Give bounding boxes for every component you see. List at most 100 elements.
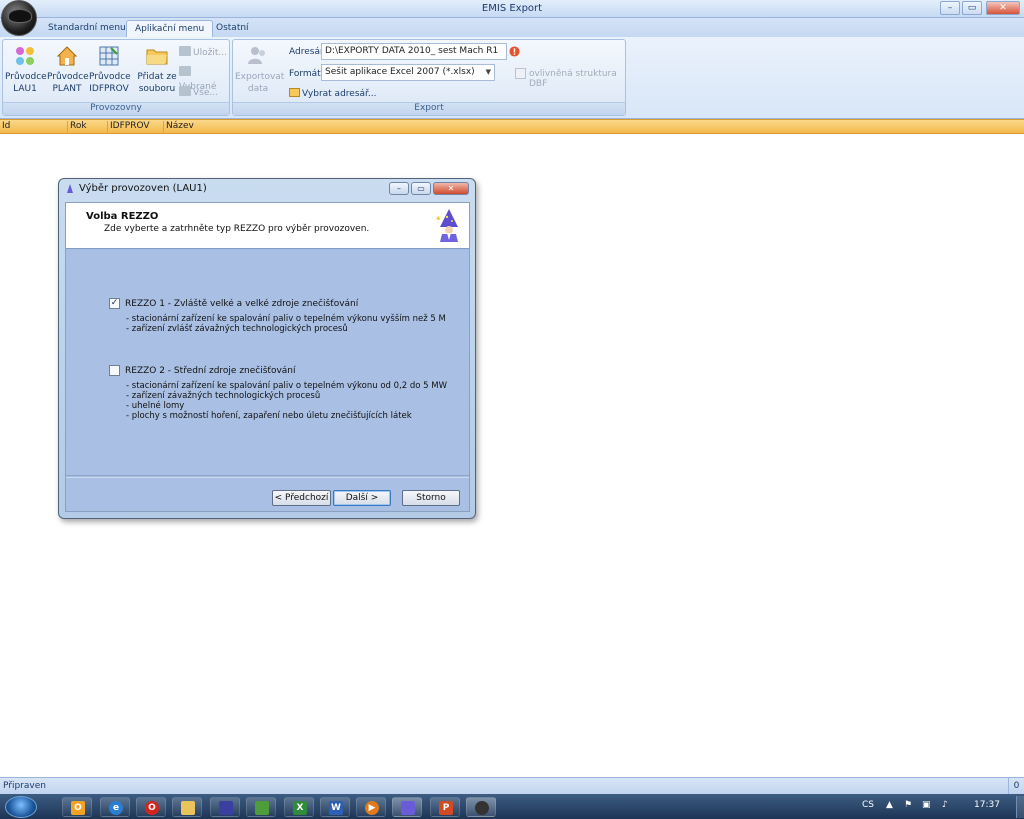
app-menu-orb[interactable]: [1, 0, 37, 36]
rezzo2-detail: - stacionární zařízení ke spalování pali…: [126, 381, 447, 391]
rezzo2-label[interactable]: REZZO 2 - Střední zdroje znečišťování: [125, 366, 296, 376]
book-icon: [255, 801, 269, 815]
dbf-checkbox[interactable]: [515, 68, 526, 79]
chevron-up-icon[interactable]: ▲: [886, 800, 893, 810]
status-bar: Připraven 0: [0, 777, 1024, 794]
pruvodce-plant-button[interactable]: Průvodce PLANT: [47, 44, 89, 100]
dialog-content: Volba REZZO Zde vyberte a zatrhněte typ …: [65, 202, 470, 512]
wizard-small-icon: [67, 184, 73, 193]
cancel-button[interactable]: Storno: [402, 490, 460, 506]
flag-icon[interactable]: ⚑: [904, 800, 912, 810]
dialog-body: ✓ REZZO 1 - Zvláště velké a velké zdroje…: [66, 250, 469, 476]
save-icon: [179, 46, 191, 56]
title-bar: EMIS Export – ▭ ✕: [0, 0, 1024, 18]
grid-column-header: Id Rok IDFPROV Název: [0, 119, 1024, 134]
dialog-maximize-button[interactable]: ▭: [411, 182, 431, 195]
network-icon[interactable]: ▣: [922, 800, 931, 810]
dots-icon: [16, 47, 34, 65]
group-label-export: Export: [233, 102, 625, 115]
taskbar-powerpoint[interactable]: P: [430, 797, 460, 817]
taskbar-explorer[interactable]: [172, 797, 202, 817]
dialog-header: Volba REZZO Zde vyberte a zatrhněte typ …: [66, 203, 469, 249]
tab-standard-menu[interactable]: Standardní menu: [40, 20, 134, 38]
column-rok[interactable]: Rok: [68, 121, 108, 134]
column-id[interactable]: Id: [0, 121, 68, 134]
warning-icon: [509, 46, 520, 57]
wizard-app-icon: [401, 801, 415, 815]
taskbar-opera[interactable]: O: [136, 797, 166, 817]
column-nazev[interactable]: Název: [164, 121, 1024, 134]
ribbon-tabs: Standardní menu Aplikační menu Ostatní: [0, 18, 1024, 38]
status-count: 0: [1008, 778, 1024, 794]
exportovat-data-label: Exportovat data: [235, 72, 285, 94]
pruvodce-idfprov-button[interactable]: Průvodce IDFPROV: [89, 44, 131, 100]
maximize-button[interactable]: ▭: [962, 1, 982, 15]
format-value: Sešit aplikace Excel 2007 (*.xlsx): [325, 67, 475, 77]
dbf-label: ovlivněná struktura DBF: [529, 69, 617, 89]
status-text: Připraven: [3, 781, 46, 791]
dialog-footer: < Předchozí Další > Storno: [66, 477, 469, 511]
volume-icon[interactable]: ♪: [942, 800, 948, 810]
group-provozovny: Průvodce LAU1 Průvodce PLANT Průvodce ID…: [2, 39, 230, 116]
previous-button[interactable]: < Předchozí: [272, 490, 331, 506]
tab-application-menu[interactable]: Aplikační menu: [126, 20, 214, 38]
taskbar-media[interactable]: ▶: [356, 797, 386, 817]
floppy-icon: [219, 801, 233, 815]
language-indicator[interactable]: CS: [862, 800, 874, 810]
taskbar-book[interactable]: [246, 797, 276, 817]
dialog-subheading: Zde vyberte a zatrhněte typ REZZO pro vý…: [104, 224, 370, 234]
taskbar-emis[interactable]: [466, 797, 496, 817]
taskbar-outlook[interactable]: O: [62, 797, 92, 817]
rezzo2-detail: - zařízení závažných technologických pro…: [126, 391, 321, 401]
taskbar-excel[interactable]: X: [284, 797, 314, 817]
taskbar-ie[interactable]: e: [100, 797, 130, 817]
rezzo1-label[interactable]: REZZO 1 - Zvláště velké a velké zdroje z…: [125, 299, 358, 309]
next-button[interactable]: Další >: [333, 490, 391, 506]
grid-icon: [99, 46, 119, 66]
tab-other[interactable]: Ostatní: [208, 20, 257, 38]
dialog-minimize-button[interactable]: –: [389, 182, 409, 195]
dialog-title: Výběr provozoven (LAU1): [79, 183, 207, 194]
users-icon: [248, 47, 265, 64]
outlook-icon: O: [71, 801, 85, 815]
pridat-ze-souboru-button[interactable]: Přidat ze souboru: [137, 44, 177, 100]
format-label: Formát: [289, 69, 321, 79]
group-export: Exportovat data Adresář D:\EXPORTY DATA …: [232, 39, 626, 116]
taskbar-wizard-app[interactable]: [392, 797, 422, 817]
word-icon: W: [329, 801, 343, 815]
folder-small-icon: [289, 88, 300, 97]
ulozit-button[interactable]: Uložit...: [179, 46, 227, 60]
vse-button[interactable]: Vše...: [179, 86, 218, 100]
exportovat-data-button[interactable]: Exportovat data: [235, 44, 285, 100]
explorer-icon: [181, 801, 195, 815]
chevron-down-icon: ▼: [485, 68, 491, 76]
rezzo2-detail: - plochy s možností hoření, zapaření neb…: [126, 411, 412, 421]
ie-icon: e: [109, 801, 123, 815]
pruvodce-idfprov-label: Průvodce IDFPROV: [89, 72, 131, 94]
adresar-label: Adresář: [289, 47, 324, 57]
pruvodce-lau1-button[interactable]: Průvodce LAU1: [5, 44, 47, 100]
clock[interactable]: 17:37: [974, 800, 1000, 810]
vybrat-adresar-button[interactable]: Vybrat adresář...: [289, 88, 377, 99]
taskbar-word[interactable]: W: [320, 797, 350, 817]
vse-label: Vše...: [193, 88, 218, 98]
window-title: EMIS Export: [481, 3, 543, 14]
minimize-button[interactable]: –: [940, 1, 960, 15]
vybrane-button[interactable]: Vybrané: [179, 66, 229, 92]
hat-icon: [8, 9, 32, 23]
format-select[interactable]: Sešit aplikace Excel 2007 (*.xlsx) ▼: [321, 64, 495, 81]
rezzo-dialog: Výběr provozoven (LAU1) – ▭ ✕ Volba REZZ…: [58, 178, 476, 519]
pruvodce-plant-label: Průvodce PLANT: [47, 72, 89, 94]
close-button[interactable]: ✕: [986, 1, 1020, 15]
start-button[interactable]: [5, 796, 37, 818]
group-label-provozovny: Provozovny: [3, 102, 229, 115]
rezzo2-checkbox[interactable]: [109, 365, 120, 376]
taskbar-floppy[interactable]: [210, 797, 240, 817]
rezzo1-checkbox[interactable]: ✓: [109, 298, 120, 309]
show-desktop-button[interactable]: [1016, 796, 1024, 818]
dialog-close-button[interactable]: ✕: [433, 182, 469, 195]
rezzo2-detail: - uhelné lomy: [126, 401, 185, 411]
column-idfprov[interactable]: IDFPROV: [108, 121, 164, 134]
wizard-icon: [436, 209, 458, 242]
adresar-field[interactable]: D:\EXPORTY DATA 2010_ sest Mach R1: [321, 43, 507, 60]
